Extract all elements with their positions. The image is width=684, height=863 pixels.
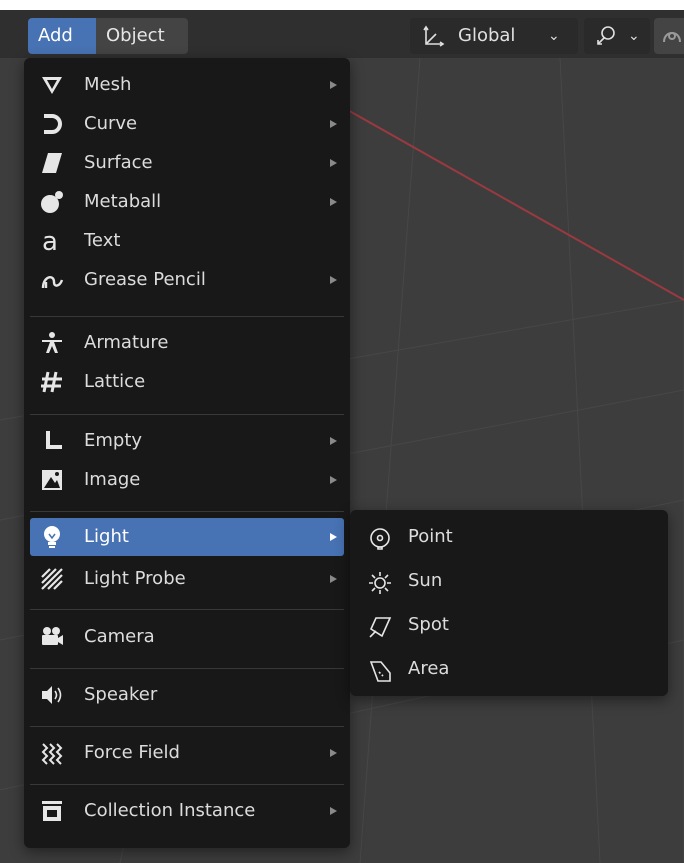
submenu-arrow-icon	[330, 807, 337, 815]
menu-item-label: Grease Pencil	[84, 269, 206, 290]
snap-icon	[594, 24, 620, 52]
orientation-label: Global	[458, 25, 516, 46]
submenu-item-spot[interactable]: Spot	[354, 604, 664, 646]
menu-item-mesh[interactable]: Mesh	[30, 66, 344, 104]
menu-item-label: Empty	[84, 430, 143, 451]
submenu-arrow-icon	[330, 159, 337, 167]
menu-item-curve[interactable]: Curve	[30, 105, 344, 143]
window-top-strip	[0, 0, 684, 10]
submenu-item-sun[interactable]: Sun	[354, 560, 664, 602]
mesh-icon	[40, 73, 64, 97]
menu-item-metaball[interactable]: Metaball	[30, 183, 344, 221]
menu-separator	[30, 668, 344, 669]
proportional-edit-button[interactable]	[654, 18, 684, 54]
submenu-item-label: Point	[408, 526, 453, 547]
point-light-icon	[368, 525, 392, 550]
submenu-item-label: Sun	[408, 570, 443, 591]
svg-text:a: a	[42, 229, 58, 253]
submenu-arrow-icon	[330, 533, 337, 541]
menu-item-label: Curve	[84, 113, 138, 134]
image-icon	[40, 468, 64, 492]
spot-light-icon	[368, 613, 392, 638]
snapping-dropdown[interactable]: ⌄	[584, 18, 650, 54]
menu-item-label: Collection Instance	[84, 800, 256, 821]
menu-separator	[30, 609, 344, 610]
menu-separator	[30, 726, 344, 727]
force-field-icon	[40, 741, 64, 765]
submenu-arrow-icon	[330, 575, 337, 583]
submenu-arrow-icon	[330, 276, 337, 284]
surface-icon	[40, 151, 64, 175]
metaball-icon	[40, 190, 64, 214]
submenu-arrow-icon	[330, 198, 337, 206]
collection-instance-icon	[40, 799, 64, 823]
menu-item-grease-pencil[interactable]: Grease Pencil	[30, 261, 344, 299]
area-light-icon	[368, 657, 392, 682]
menu-item-label: Image	[84, 469, 141, 490]
submenu-item-label: Area	[408, 658, 450, 679]
menu-item-light[interactable]: Light	[30, 518, 344, 556]
menu-item-label: Speaker	[84, 684, 158, 705]
chevron-down-icon: ⌄	[548, 28, 560, 44]
empty-icon	[40, 429, 64, 453]
add-menu: Mesh Curve Surface Metaball a Text Greas…	[24, 58, 350, 848]
menu-item-label: Text	[84, 230, 121, 251]
menu-item-label: Mesh	[84, 74, 132, 95]
menu-item-lattice[interactable]: Lattice	[30, 363, 344, 401]
menu-item-label: Camera	[84, 626, 155, 647]
x-axis-line	[329, 99, 684, 301]
menu-item-text[interactable]: a Text	[30, 222, 344, 260]
submenu-arrow-icon	[330, 749, 337, 757]
transform-orientation-icon	[422, 24, 446, 61]
light-probe-icon	[40, 567, 64, 591]
lattice-icon	[40, 370, 64, 394]
menu-item-speaker[interactable]: Speaker	[30, 676, 344, 714]
menu-separator	[30, 316, 344, 317]
menu-separator	[30, 784, 344, 785]
menu-item-surface[interactable]: Surface	[30, 144, 344, 182]
light-bulb-icon	[40, 525, 64, 549]
text-icon: a	[40, 227, 64, 257]
submenu-arrow-icon	[330, 437, 337, 445]
proportional-edit-icon	[660, 24, 684, 52]
menu-separator	[30, 414, 344, 415]
menu-item-camera[interactable]: Camera	[30, 618, 344, 656]
menu-item-label: Armature	[84, 332, 169, 353]
submenu-item-area[interactable]: Area	[354, 648, 664, 690]
menu-separator	[30, 511, 344, 512]
menu-item-force-field[interactable]: Force Field	[30, 734, 344, 772]
submenu-item-label: Spot	[408, 614, 449, 635]
submenu-arrow-icon	[330, 81, 337, 89]
menu-item-label: Light Probe	[84, 568, 186, 589]
light-submenu: Point Sun Spot Area	[350, 510, 668, 696]
sun-light-icon	[368, 569, 392, 594]
menu-item-label: Metaball	[84, 191, 162, 212]
menu-item-collection-instance[interactable]: Collection Instance	[30, 792, 344, 830]
menu-item-image[interactable]: Image	[30, 461, 344, 499]
chevron-down-icon: ⌄	[628, 28, 640, 44]
menu-item-label: Light	[84, 526, 129, 547]
transform-orientation-dropdown[interactable]: Global ⌄	[410, 18, 578, 54]
menu-item-label: Lattice	[84, 371, 146, 392]
menu-object[interactable]: Object	[96, 18, 188, 54]
armature-icon	[40, 331, 64, 355]
submenu-item-point[interactable]: Point	[354, 516, 664, 558]
menu-item-label: Surface	[84, 152, 153, 173]
menu-item-label: Force Field	[84, 742, 180, 763]
submenu-arrow-icon	[330, 120, 337, 128]
grease-pencil-icon	[40, 268, 64, 292]
menu-add[interactable]: Add	[28, 18, 96, 54]
camera-icon	[40, 625, 64, 649]
menu-item-light-probe[interactable]: Light Probe	[30, 560, 344, 598]
submenu-arrow-icon	[330, 476, 337, 484]
menu-item-armature[interactable]: Armature	[30, 324, 344, 362]
curve-icon	[40, 112, 64, 136]
speaker-icon	[40, 683, 64, 707]
menu-item-empty[interactable]: Empty	[30, 422, 344, 460]
